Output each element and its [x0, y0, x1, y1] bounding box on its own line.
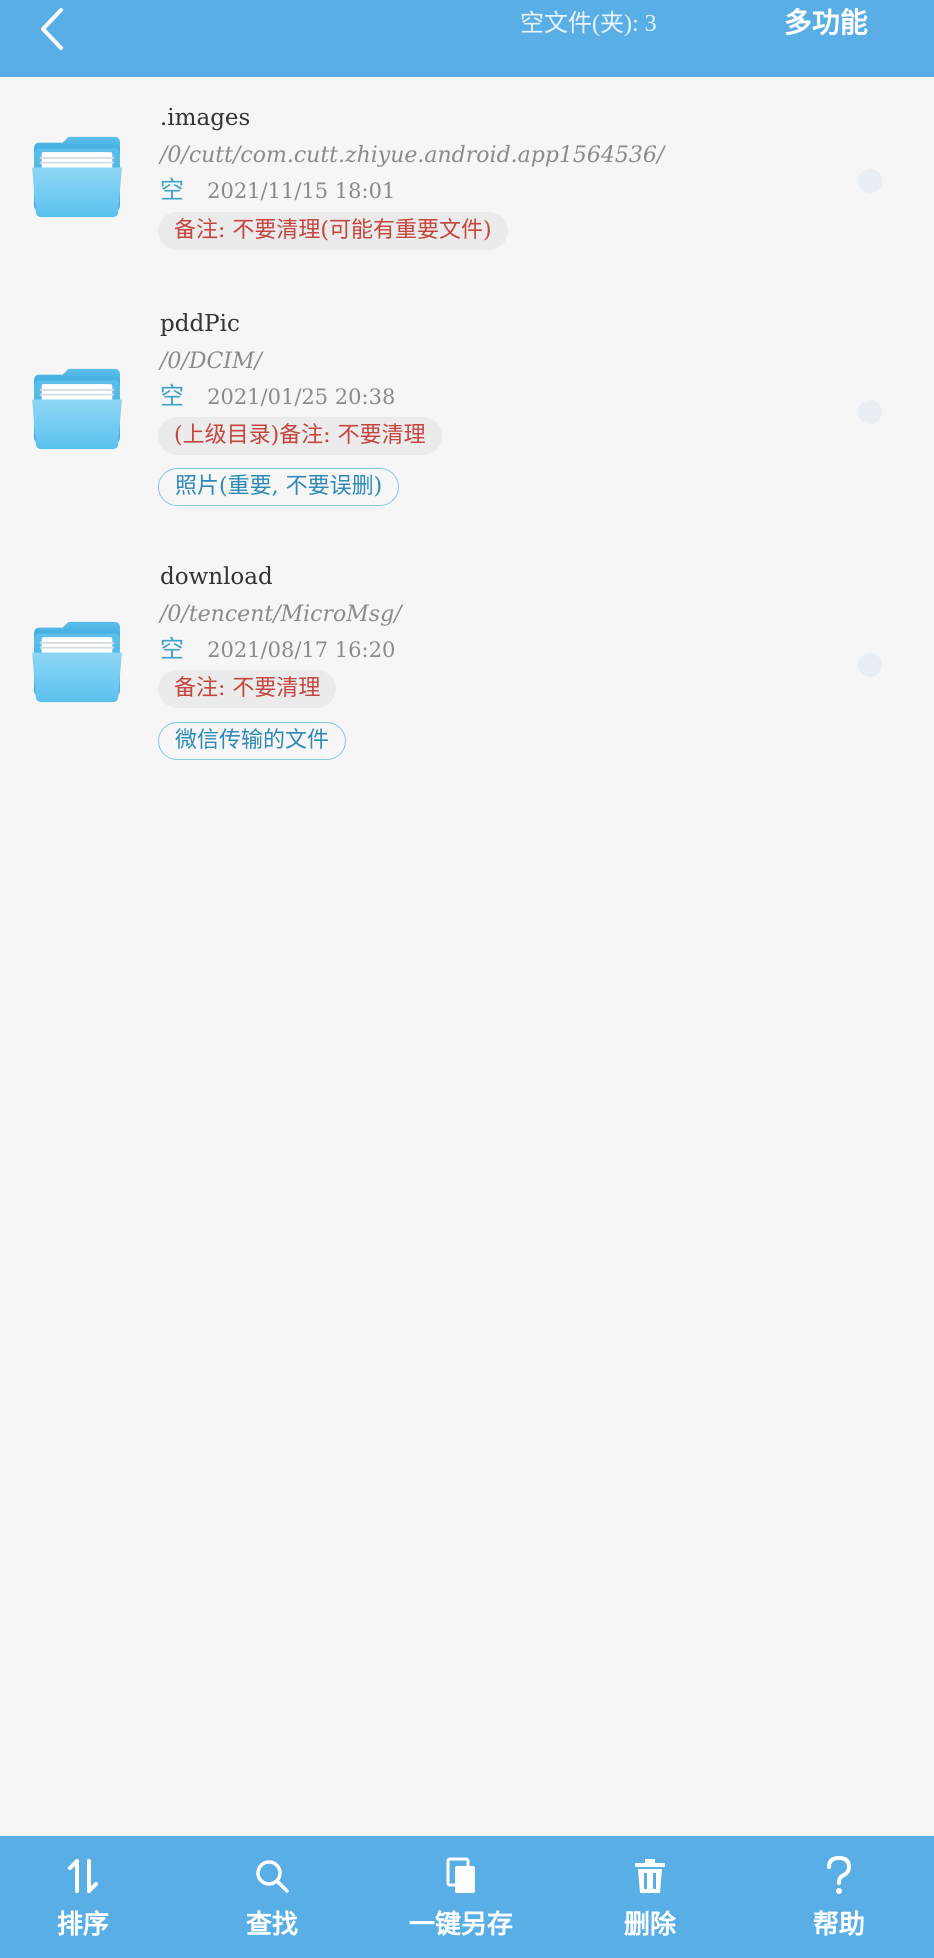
folder-icon	[32, 368, 122, 450]
folder-path: /0/cutt/com.cutt.zhiyue.android.app15645…	[160, 143, 665, 168]
list-item[interactable]: .images /0/cutt/com.cutt.zhiyue.android.…	[0, 77, 934, 277]
empty-status: 空	[160, 635, 184, 663]
help-button[interactable]: 帮助	[759, 1836, 919, 1958]
delete-button[interactable]: 删除	[570, 1836, 730, 1958]
folder-meta: 空 2021/08/17 16:20	[160, 634, 395, 664]
folder-icon	[32, 621, 122, 703]
bottom-toolbar: 排序 查找 一键另存 删除 帮助	[0, 1836, 934, 1958]
folder-name: .images	[160, 105, 251, 131]
sort-label: 排序	[56, 1910, 109, 1939]
find-label: 查找	[245, 1910, 298, 1939]
save-all-button[interactable]: 一键另存	[381, 1836, 541, 1958]
folder-name: download	[160, 564, 273, 590]
folder-meta: 空 2021/11/15 18:01	[160, 175, 395, 205]
help-icon	[819, 1856, 859, 1896]
modified-date: 2021/01/25 20:38	[207, 385, 396, 409]
search-icon	[252, 1856, 292, 1896]
tag-badge: 照片(重要, 不要误删)	[158, 468, 400, 506]
empty-status: 空	[160, 382, 184, 410]
select-checkbox[interactable]	[858, 400, 882, 424]
tag-badge: 微信传输的文件	[158, 722, 347, 760]
chevron-left-icon	[41, 8, 63, 50]
note-badge: 备注: 不要清理(可能有重要文件)	[158, 212, 508, 250]
multi-function-button[interactable]: 多功能	[784, 4, 868, 44]
list-item[interactable]: pddPic /0/DCIM/ 空 2021/01/25 20:38 (上级目录…	[0, 287, 934, 527]
empty-status: 空	[160, 176, 184, 204]
folder-path: /0/DCIM/	[160, 349, 262, 374]
folder-name: pddPic	[160, 311, 240, 337]
save-all-label: 一键另存	[408, 1910, 513, 1939]
folder-icon	[32, 136, 122, 218]
note-badge: (上级目录)备注: 不要清理	[158, 417, 442, 455]
back-button[interactable]	[30, 4, 74, 54]
help-label: 帮助	[812, 1910, 865, 1939]
delete-label: 删除	[623, 1910, 676, 1939]
find-button[interactable]: 查找	[192, 1836, 352, 1958]
trash-icon	[630, 1856, 670, 1896]
modified-date: 2021/08/17 16:20	[207, 638, 396, 662]
copy-icon	[441, 1856, 481, 1896]
sort-icon	[63, 1856, 103, 1896]
top-bar: 空文件(夹): 3 多功能	[0, 0, 934, 77]
select-checkbox[interactable]	[858, 169, 882, 193]
modified-date: 2021/11/15 18:01	[207, 179, 396, 203]
folder-meta: 空 2021/01/25 20:38	[160, 381, 395, 411]
list-item[interactable]: download /0/tencent/MicroMsg/ 空 2021/08/…	[0, 540, 934, 780]
note-badge: 备注: 不要清理	[158, 670, 337, 708]
folder-path: /0/tencent/MicroMsg/	[160, 602, 402, 627]
empty-folder-count: 空文件(夹): 3	[520, 11, 657, 37]
select-checkbox[interactable]	[858, 653, 882, 677]
sort-button[interactable]: 排序	[3, 1836, 163, 1958]
